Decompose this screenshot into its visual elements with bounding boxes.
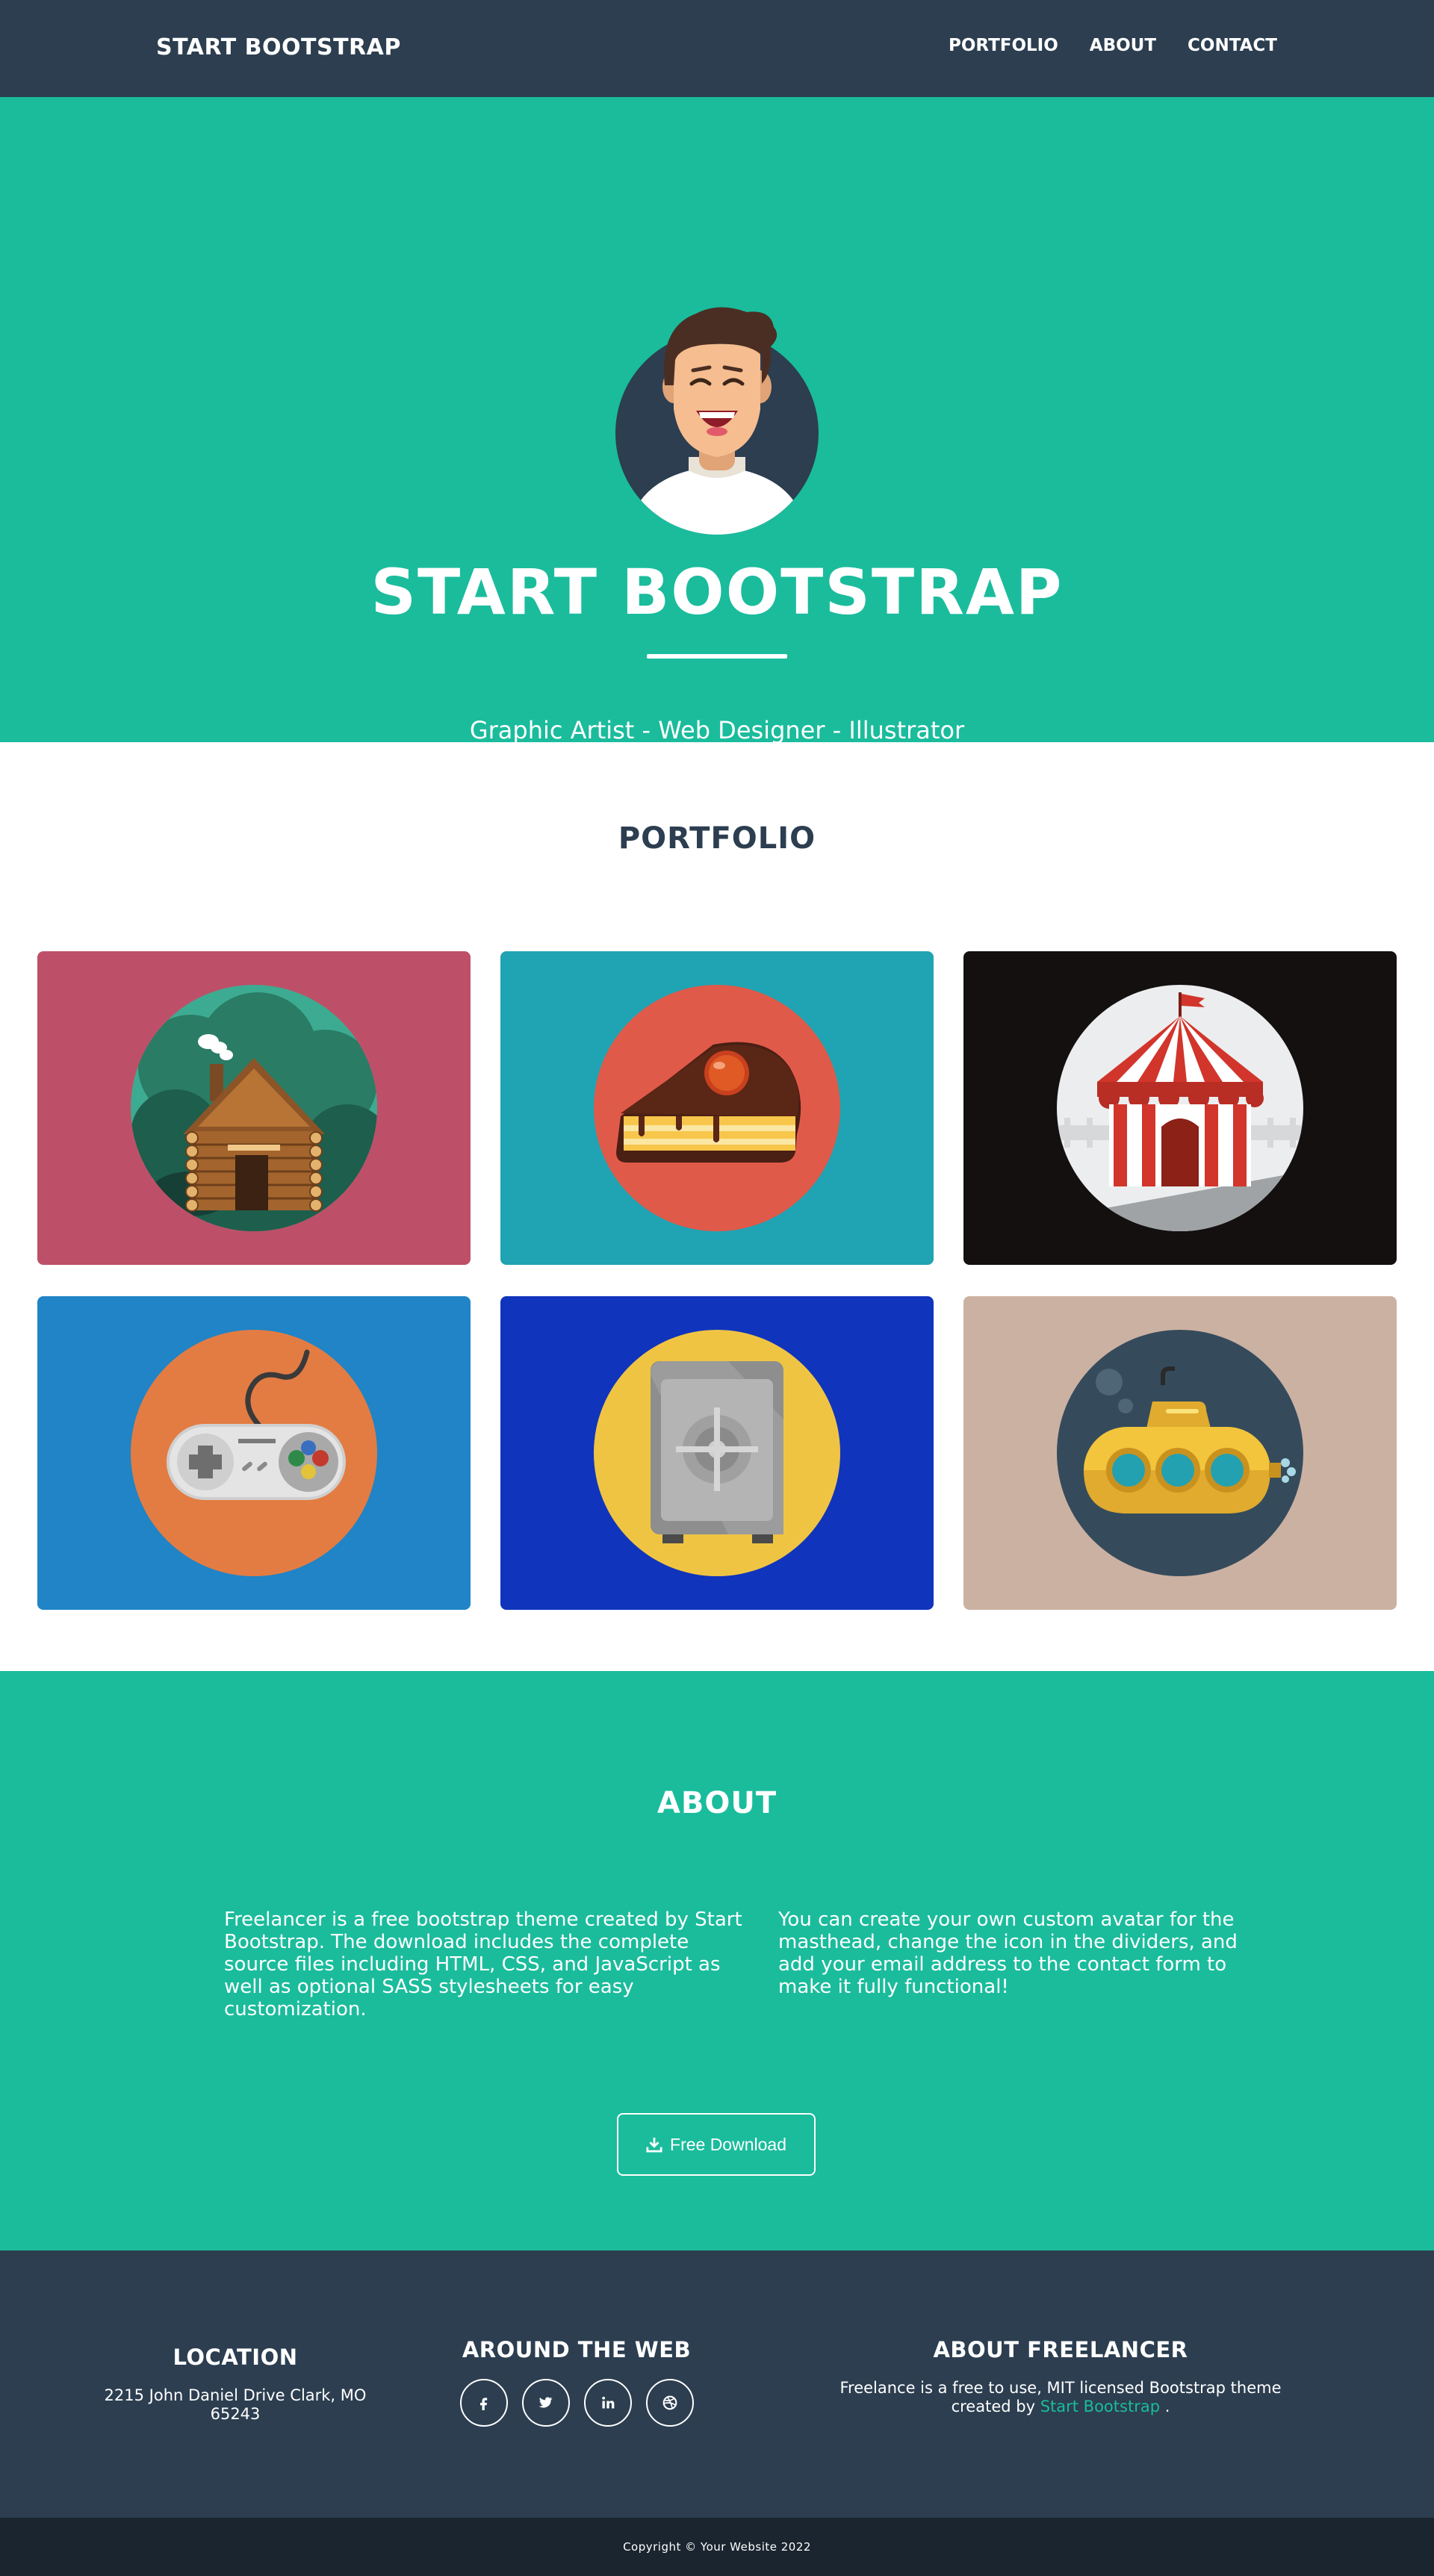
download-icon [646, 2137, 662, 2153]
free-download-button[interactable]: Free Download [617, 2113, 816, 2176]
social-links [448, 2379, 705, 2427]
brand-link[interactable]: START BOOTSTRAP [156, 34, 401, 60]
portfolio-item-game[interactable] [37, 1296, 471, 1610]
start-bootstrap-link[interactable]: Start Bootstrap [1040, 2398, 1160, 2415]
nav-link-about[interactable]: ABOUT [1090, 36, 1156, 55]
portfolio-item-cabin[interactable] [37, 951, 471, 1265]
footer-about-suffix: . [1164, 2398, 1170, 2415]
footer: LOCATION 2215 John Daniel Drive Clark, M… [0, 2250, 1434, 2518]
footer-location-text: 2215 John Daniel Drive Clark, MO 65243 [104, 2386, 367, 2423]
footer-around-the-web: AROUND THE WEB [448, 2337, 705, 2427]
dribbble-button[interactable] [645, 2379, 694, 2427]
masthead: START BOOTSTRAP Graphic Artist - Web Des… [0, 97, 1434, 744]
portfolio-item-circus[interactable] [963, 951, 1397, 1265]
copyright-text: Copyright © Your Website 2022 [623, 2540, 811, 2554]
nav-link-portfolio[interactable]: PORTFOLIO [949, 36, 1058, 55]
avatar [615, 307, 819, 535]
cake-icon [594, 985, 840, 1231]
circus-tent-icon [1057, 985, 1303, 1231]
footer-about-title: ABOUT FREELANCER [933, 2337, 1188, 2362]
about-section: ABOUT Freelancer is a free bootstrap the… [0, 1671, 1434, 2250]
facebook-button[interactable] [459, 2379, 508, 2427]
nav-link-contact[interactable]: CONTACT [1188, 36, 1277, 55]
about-text-left: Freelancer is a free bootstrap theme cre… [224, 1908, 742, 2020]
twitter-button[interactable] [521, 2379, 570, 2427]
game-controller-icon [131, 1330, 377, 1576]
submarine-icon [1057, 1330, 1303, 1576]
footer-about-freelancer: ABOUT FREELANCER Freelance is a free to … [814, 2337, 1307, 2416]
portfolio-item-safe[interactable] [500, 1296, 934, 1610]
main-nav: PORTFOLIO ABOUT CONTACT [949, 36, 1277, 55]
twitter-icon [538, 2397, 552, 2408]
footer-location-title: LOCATION [173, 2345, 298, 2370]
footer-web-title: AROUND THE WEB [462, 2337, 692, 2362]
dribbble-icon [662, 2395, 677, 2410]
portfolio-item-cake[interactable] [500, 951, 934, 1265]
copyright-bar: Copyright © Your Website 2022 [0, 2518, 1434, 2576]
navbar: START BOOTSTRAP PORTFOLIO ABOUT CONTACT [0, 0, 1434, 97]
about-text-right: You can create your own custom avatar fo… [778, 1908, 1238, 1998]
footer-location: LOCATION 2215 John Daniel Drive Clark, M… [97, 2345, 373, 2424]
footer-about-text: Freelance is a free to use, MIT licensed… [814, 2379, 1307, 2416]
facebook-icon [479, 2398, 487, 2410]
hero-divider [647, 654, 787, 659]
hero-title: START BOOTSTRAP [370, 556, 1064, 629]
free-download-label: Free Download [670, 2134, 786, 2154]
linkedin-icon [601, 2396, 614, 2409]
linkedin-button[interactable] [583, 2379, 632, 2427]
about-title: ABOUT [657, 1786, 777, 1820]
portfolio-item-submarine[interactable] [963, 1296, 1397, 1610]
portfolio-title: PORTFOLIO [618, 821, 816, 856]
safe-icon [594, 1330, 840, 1576]
portfolio-section: PORTFOLIO [0, 742, 1434, 1671]
cabin-icon [131, 985, 377, 1231]
portfolio-grid [37, 951, 1397, 1610]
